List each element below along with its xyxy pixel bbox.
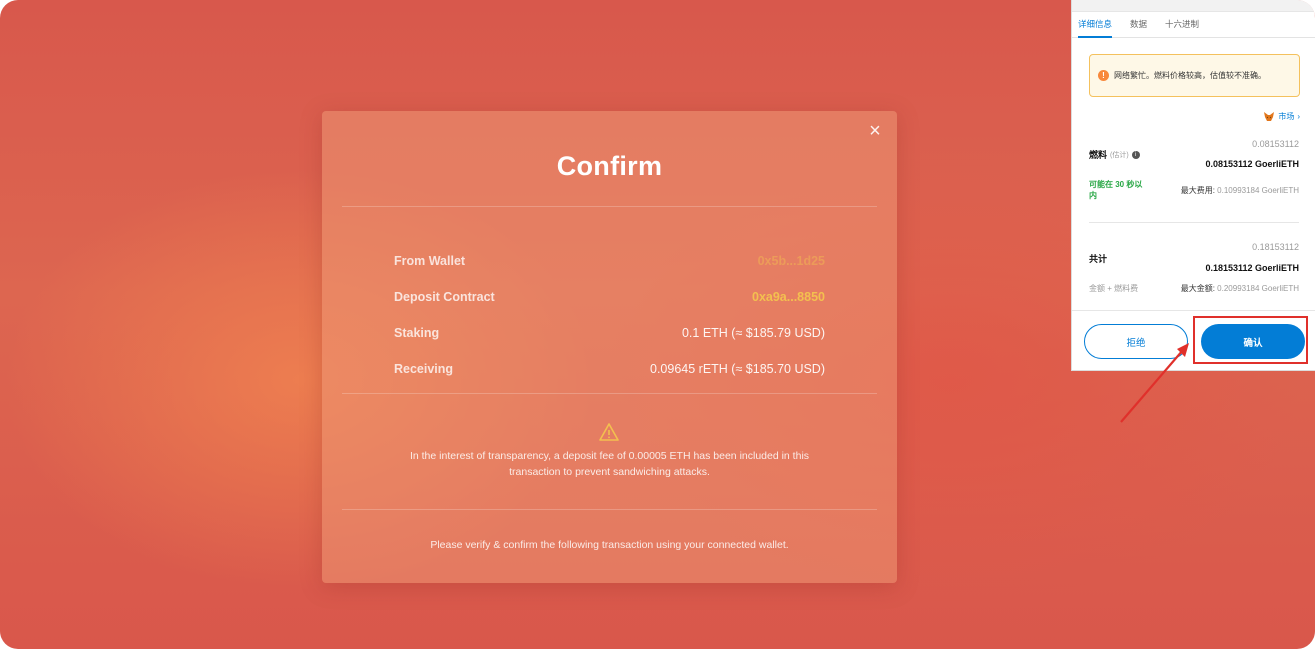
- footer-note: Please verify & confirm the following tr…: [430, 539, 789, 551]
- divider: [342, 206, 877, 207]
- fox-icon: [1264, 112, 1275, 121]
- info-icon: !: [1098, 70, 1109, 81]
- confirm-modal: × Confirm From Wallet 0x5b...1d25 Deposi…: [322, 111, 897, 583]
- row-value: 0.09645 rETH (≈ $185.70 USD): [650, 362, 825, 376]
- max-fee-label: 最大费用:: [1180, 186, 1215, 195]
- market-link[interactable]: 市场 ›: [1263, 111, 1300, 122]
- popup-tabs: 详细信息 数据 十六进制: [1072, 12, 1315, 38]
- row-label: Receiving: [394, 362, 454, 376]
- row-value: 0.1 ETH (≈ $185.79 USD): [681, 326, 825, 340]
- total-value: 0.18153112 GoerliETH: [1205, 263, 1299, 273]
- divider: [342, 509, 877, 510]
- confirm-button[interactable]: 确认: [1201, 324, 1305, 359]
- gas-label-suffix: (估计): [1110, 151, 1129, 159]
- row-label: From Wallet: [394, 254, 466, 268]
- divider: [342, 393, 877, 394]
- background: × Confirm From Wallet 0x5b...1d25 Deposi…: [0, 0, 1315, 649]
- total-sub-row: 金额 + 燃料费 最大金额: 0.20993184 GoerliETH: [1089, 283, 1299, 294]
- network-busy-alert: ! 网络繁忙。燃料价格较高，估值较不准确。: [1089, 54, 1300, 97]
- popup-topbar: [1072, 0, 1315, 12]
- warning-triangle-icon: [599, 423, 619, 441]
- max-amount-value: 0.20993184 GoerliETH: [1217, 284, 1299, 293]
- row-label: Staking: [394, 326, 440, 340]
- close-icon[interactable]: ×: [867, 121, 883, 141]
- chevron-right-icon: ›: [1297, 112, 1300, 121]
- row-staking: Staking 0.1 ETH (≈ $185.79 USD): [394, 315, 825, 351]
- modal-title: Confirm: [556, 151, 663, 181]
- row-value: 0x5b...1d25: [757, 254, 825, 268]
- row-receiving: Receiving 0.09645 rETH (≈ $185.70 USD): [394, 351, 825, 387]
- reject-button[interactable]: 拒绝: [1084, 324, 1188, 359]
- alert-text: 网络繁忙。燃料价格较高，估值较不准确。: [1114, 71, 1266, 80]
- row-label: Deposit Contract: [394, 290, 495, 304]
- tab-hex[interactable]: 十六进制: [1165, 18, 1199, 37]
- deposit-fee-notice: In the interest of transparency, a depos…: [409, 450, 810, 478]
- total-sub-label: 金额 + 燃料费: [1089, 284, 1139, 293]
- row-from-wallet: From Wallet 0x5b...1d25: [394, 243, 825, 279]
- gas-estimate: 0.08153112 GoerliETH: [1205, 159, 1299, 169]
- tab-details[interactable]: 详细信息: [1078, 18, 1113, 38]
- tab-data[interactable]: 数据: [1130, 18, 1147, 37]
- divider: [1072, 310, 1315, 311]
- row-value[interactable]: 0xa9a...8850: [752, 290, 825, 304]
- wallet-popup: 详细信息 数据 十六进制 ! 网络繁忙。燃料价格较高，估值较不准确。 市场 › …: [1071, 0, 1315, 371]
- gas-max-fee-row: 最大费用: 0.10993184 GoerliETH: [1089, 185, 1299, 196]
- total-small: 0.18153112: [1252, 242, 1299, 252]
- max-fee-value: 0.10993184 GoerliETH: [1217, 186, 1299, 195]
- divider: [1089, 222, 1299, 223]
- details-list: From Wallet 0x5b...1d25 Deposit Contract…: [394, 243, 825, 387]
- info-circle-icon[interactable]: i: [1131, 150, 1140, 159]
- max-amount-label: 最大金额:: [1180, 284, 1215, 293]
- market-label: 市场: [1278, 112, 1295, 121]
- row-deposit-contract: Deposit Contract 0xa9a...8850: [394, 279, 825, 315]
